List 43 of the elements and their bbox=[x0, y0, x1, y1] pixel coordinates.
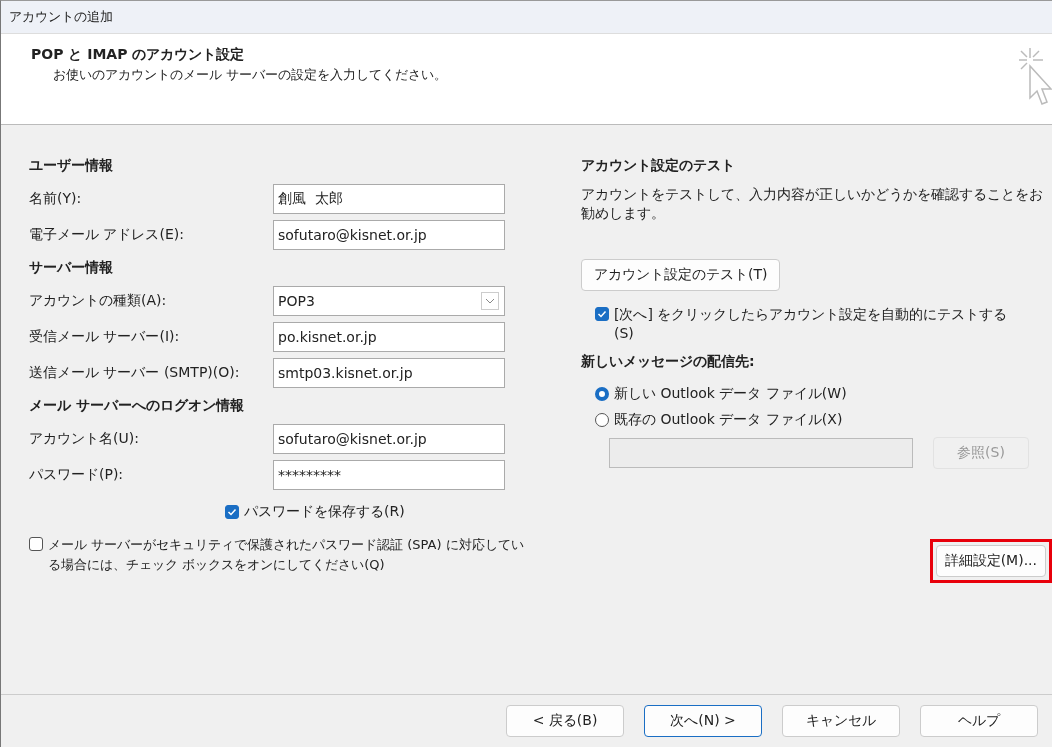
text-field[interactable]: sofutaro@kisnet.or.jp bbox=[273, 220, 505, 250]
section-heading: 新しいメッセージの配信先: bbox=[581, 352, 755, 371]
text-field[interactable]: smtp03.kisnet.or.jp bbox=[273, 358, 505, 388]
field-label: 名前(Y): bbox=[29, 190, 83, 208]
test-account-button[interactable]: アカウント設定のテスト(T) bbox=[581, 259, 781, 291]
field-label: アカウント名(U): bbox=[29, 430, 140, 448]
footer-button[interactable]: ヘルプ bbox=[920, 705, 1038, 737]
data-file-field[interactable] bbox=[609, 438, 913, 468]
footer-button[interactable]: キャンセル bbox=[782, 705, 900, 737]
header-subtitle: お使いのアカウントのメール サーバーの設定を入力してください。 bbox=[52, 66, 448, 84]
field-label: 受信メール サーバー(I): bbox=[29, 328, 181, 346]
field-label: 電子メール アドレス(E): bbox=[29, 226, 185, 244]
checkmark-icon bbox=[596, 308, 608, 320]
header-title: POP と IMAP のアカウント設定 bbox=[31, 46, 246, 64]
field-label: 送信メール サーバー (SMTP)(O): bbox=[29, 364, 241, 382]
text-field[interactable]: sofutaro@kisnet.or.jp bbox=[273, 424, 505, 454]
section-heading: ユーザー情報 bbox=[29, 156, 113, 175]
text-field[interactable]: po.kisnet.or.jp bbox=[273, 322, 505, 352]
radio-label: 既存の Outlook データ ファイル(X) bbox=[614, 411, 843, 429]
checkbox-label: [次へ] をクリックしたらアカウント設定を自動的にテストする (S) bbox=[614, 305, 1009, 343]
test-description: アカウントをテストして、入力内容が正しいかどうかを確認することをお勧めします。 bbox=[581, 185, 1044, 223]
checkbox-label: パスワードを保存する(R) bbox=[244, 503, 405, 521]
radio-label: 新しい Outlook データ ファイル(W) bbox=[614, 385, 847, 403]
chevron-down-icon bbox=[481, 292, 499, 310]
section-heading: アカウント設定のテスト bbox=[581, 156, 735, 175]
password-field[interactable]: ********* bbox=[273, 460, 505, 490]
section-heading: メール サーバーへのログオン情報 bbox=[29, 396, 244, 415]
checkmark-icon bbox=[226, 506, 238, 518]
radio-button[interactable] bbox=[595, 387, 609, 401]
field-label: パスワード(P): bbox=[29, 466, 125, 484]
save-password-checkbox[interactable] bbox=[225, 505, 239, 519]
field-label: アカウントの種類(A): bbox=[29, 292, 168, 310]
footer-button[interactable]: 次へ(N) > bbox=[644, 705, 762, 737]
spa-checkbox[interactable] bbox=[29, 537, 43, 551]
checkbox-label: メール サーバーがセキュリティで保護されたパスワード認証 (SPA) に対応している場合には、チェック ボックスをオンにしてください(Q) bbox=[48, 536, 525, 574]
text-field[interactable]: 創風 太郎 bbox=[273, 184, 505, 214]
account-type-dropdown[interactable]: POP3 bbox=[273, 286, 505, 316]
radio-button[interactable] bbox=[595, 413, 609, 427]
window-title: アカウントの追加 bbox=[9, 8, 113, 26]
section-heading: サーバー情報 bbox=[29, 258, 113, 277]
auto-test-checkbox[interactable] bbox=[595, 307, 609, 321]
advanced-settings-button[interactable]: 詳細設定(M)... bbox=[935, 545, 1046, 577]
footer-button[interactable]: < 戻る(B) bbox=[506, 705, 624, 737]
